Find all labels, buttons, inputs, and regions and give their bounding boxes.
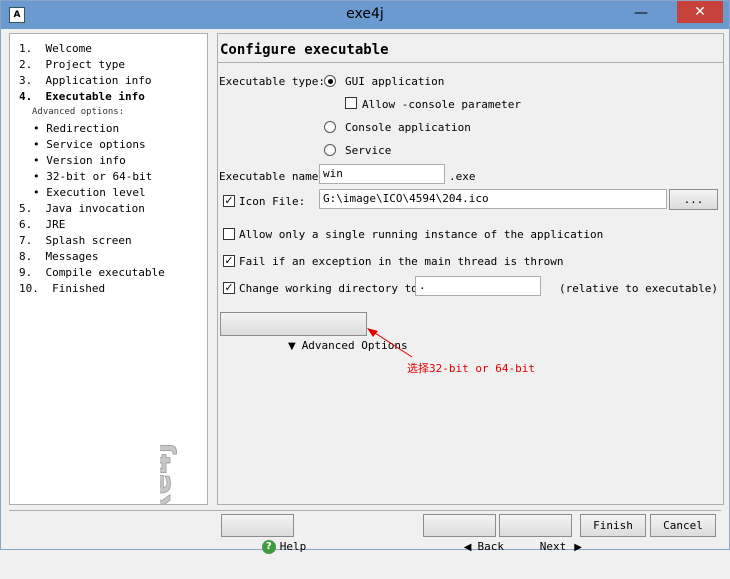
step-finished[interactable]: 10. Finished [19, 282, 105, 295]
change-dir-checkbox[interactable]: ✓ [223, 282, 235, 294]
close-button[interactable]: ✕ [677, 1, 723, 23]
step-java-invocation[interactable]: 5. Java invocation [19, 202, 145, 215]
wizard-client: 1. Welcome 2. Project type 3. Applicatio… [9, 30, 724, 554]
service-label[interactable]: Service [345, 144, 391, 157]
step-execution-level[interactable]: • Execution level [33, 186, 146, 199]
working-directory-input[interactable]: . [415, 276, 541, 296]
wizard-step-list: 1. Welcome 2. Project type 3. Applicatio… [9, 33, 208, 505]
help-icon: ? [261, 540, 276, 554]
icon-file-input[interactable]: G:\image\ICO\4594\204.ico [319, 189, 667, 209]
step-service-options[interactable]: • Service options [33, 138, 146, 151]
exe4j-window: A exe4j — ✕ 1. Welcome 2. Project type 3… [0, 0, 730, 554]
svg-text:exe4j: exe4j [160, 443, 178, 505]
exe-suffix: .exe [449, 170, 476, 183]
step-32-64-bit[interactable]: • 32-bit or 64-bit [33, 170, 152, 183]
step-compile-executable[interactable]: 9. Compile executable [19, 266, 165, 279]
finish-button[interactable]: Finish [580, 514, 646, 537]
executable-name-input[interactable]: win [319, 164, 445, 184]
step-project-type[interactable]: 2. Project type [19, 58, 125, 71]
relative-hint: (relative to executable) [559, 282, 718, 295]
configure-executable-panel: Configure executable Executable type: GU… [217, 33, 724, 505]
fail-exception-label[interactable]: Fail if an exception in the main thread … [239, 255, 564, 268]
step-messages[interactable]: 8. Messages [19, 250, 98, 263]
back-button[interactable]: ◀ Back [423, 514, 504, 553]
step-application-info[interactable]: 3. Application info [19, 74, 151, 87]
console-application-label[interactable]: Console application [345, 121, 471, 134]
icon-file-label[interactable]: Icon File: [239, 195, 305, 208]
next-button[interactable]: Next ▶ [499, 514, 582, 553]
single-instance-label[interactable]: Allow only a single running instance of … [239, 228, 603, 241]
gui-application-radio[interactable] [324, 75, 336, 87]
browse-icon-button[interactable]: ... [669, 189, 718, 210]
back-arrow-icon: ◀ [463, 542, 472, 553]
annotation-text: 选择32-bit or 64-bit [407, 362, 535, 375]
help-button[interactable]: ? Help [221, 514, 306, 554]
step-redirection[interactable]: • Redirection [33, 122, 119, 135]
step-version-info[interactable]: • Version info [33, 154, 126, 167]
single-instance-checkbox[interactable] [223, 228, 235, 240]
allow-console-label[interactable]: Allow -console parameter [362, 98, 521, 111]
advanced-options-heading: Advanced options: [32, 107, 125, 117]
exe4j-logo: exe4j [160, 442, 178, 505]
executable-name-label: Executable name: [219, 170, 325, 183]
fail-exception-checkbox[interactable]: ✓ [223, 255, 235, 267]
console-application-radio[interactable] [324, 121, 336, 133]
allow-console-checkbox[interactable] [345, 97, 357, 109]
service-radio[interactable] [324, 144, 336, 156]
advanced-options-button[interactable]: ▼ Advanced Options [220, 312, 408, 352]
gui-application-label[interactable]: GUI application [345, 75, 444, 88]
step-welcome[interactable]: 1. Welcome [19, 42, 92, 55]
next-label: Next [539, 540, 567, 553]
triangle-down-icon: ▼ [287, 341, 296, 352]
title-divider [218, 62, 723, 63]
change-dir-label[interactable]: Change working directory to: [239, 282, 424, 295]
title-bar[interactable]: A exe4j — ✕ [1, 1, 729, 29]
minimize-button[interactable]: — [628, 5, 654, 23]
executable-type-label: Executable type: [219, 75, 325, 88]
annotation-arrow [367, 328, 413, 358]
icon-file-checkbox[interactable]: ✓ [223, 195, 235, 207]
cancel-button[interactable]: Cancel [650, 514, 716, 537]
step-jre[interactable]: 6. JRE [19, 218, 65, 231]
next-arrow-icon: ▶ [574, 542, 582, 553]
help-label: Help [279, 540, 307, 553]
footer-divider [9, 510, 721, 511]
step-executable-info[interactable]: 4. Executable info [19, 90, 145, 103]
window-title: exe4j [346, 6, 384, 22]
step-splash-screen[interactable]: 7. Splash screen [19, 234, 132, 247]
page-title: Configure executable [220, 42, 389, 58]
